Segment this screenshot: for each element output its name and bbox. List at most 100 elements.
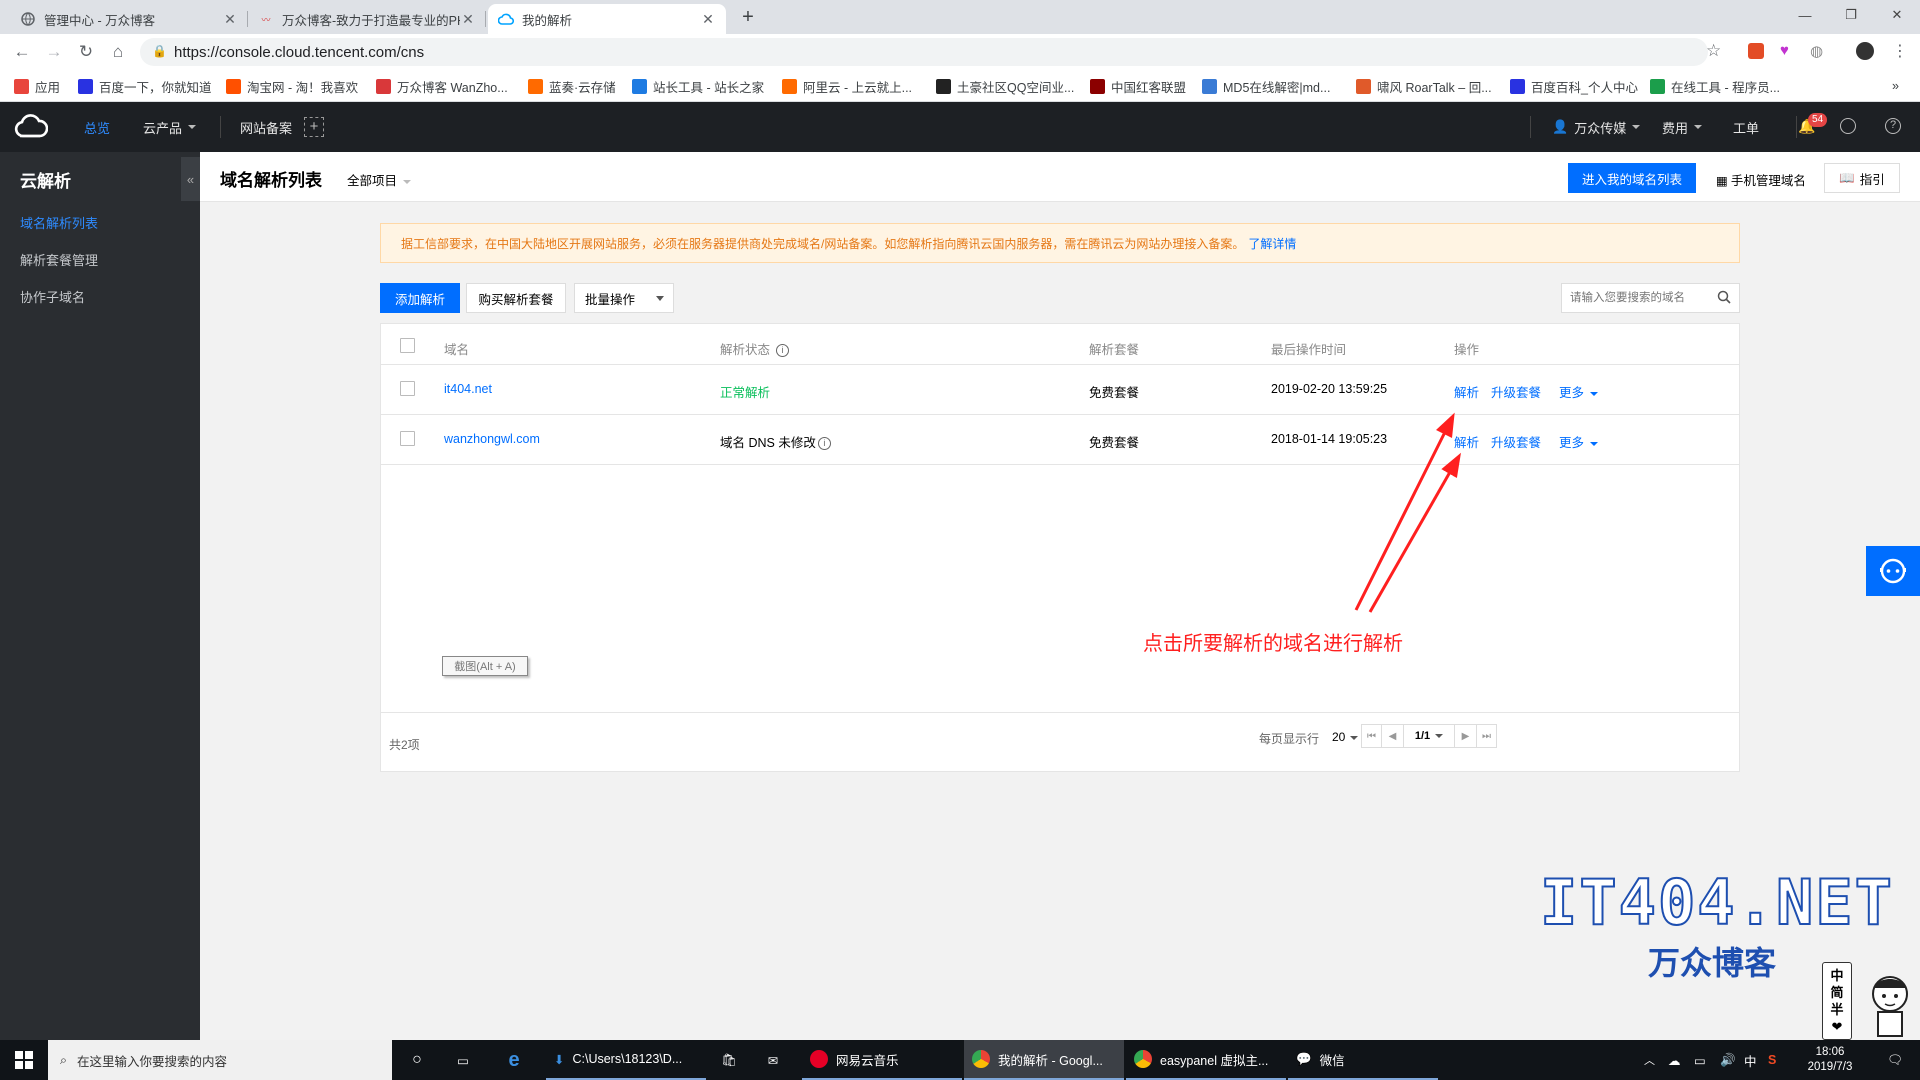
sidebar-item-domain-list[interactable]: 域名解析列表: [20, 213, 98, 232]
volume-icon[interactable]: 🔊: [1720, 1040, 1736, 1080]
search-input[interactable]: [1570, 289, 1710, 307]
bookmark-item[interactable]: 啸风 RoarTalk – 回...: [1356, 76, 1492, 96]
bookmark-item[interactable]: 土豪社区QQ空间业...: [936, 76, 1074, 96]
home-button[interactable]: ⌂: [102, 34, 134, 70]
task-view-icon[interactable]: ▭: [448, 1040, 478, 1080]
bookmark-item[interactable]: 蓝奏·云存储: [528, 76, 616, 96]
bookmark-item[interactable]: 阿里云 - 上云就上...: [782, 76, 912, 96]
guide-button[interactable]: 📖 指引: [1824, 163, 1900, 193]
extension-heart-icon[interactable]: ♥: [1780, 42, 1789, 59]
bookmark-item[interactable]: 中国红客联盟: [1090, 76, 1186, 96]
row-checkbox[interactable]: [400, 431, 415, 446]
nav-ticket[interactable]: 工单: [1733, 102, 1759, 152]
avatar[interactable]: [1856, 42, 1874, 60]
extension-globe-icon[interactable]: ◍: [1810, 42, 1823, 60]
taskbar-search-box[interactable]: ⌕ 在这里输入你要搜索的内容: [48, 1040, 392, 1080]
omnibox[interactable]: 🔒 https://console.cloud.tencent.com/cns …: [140, 38, 1721, 66]
tencent-cloud-logo-icon[interactable]: [14, 114, 49, 143]
prev-page-button[interactable]: ◀: [1381, 724, 1403, 748]
tray-expand-icon[interactable]: ︿: [1644, 1040, 1655, 1080]
bookmark-item[interactable]: 百度百科_个人中心: [1510, 76, 1638, 96]
bookmark-item[interactable]: 万众博客 WanZho...: [376, 76, 508, 96]
add-shortcut-icon[interactable]: +: [304, 117, 324, 137]
minimize-button[interactable]: —: [1782, 0, 1828, 30]
nav-account[interactable]: 👤 万众传媒: [1552, 102, 1640, 152]
domain-link[interactable]: wanzhongwl.com: [444, 432, 540, 446]
ime-indicator[interactable]: 中: [1744, 1040, 1757, 1080]
sidebar-collapse-button[interactable]: «: [181, 157, 200, 201]
taskbar-app-netease-music[interactable]: 网易云音乐: [802, 1040, 962, 1080]
bookmark-item[interactable]: 百度一下，你就知道: [78, 76, 212, 96]
more-dropdown[interactable]: 更多: [1559, 382, 1598, 401]
clock-icon[interactable]: [1840, 118, 1856, 134]
taskbar-app-chrome-easypanel[interactable]: easypanel 虚拟主...: [1126, 1040, 1286, 1080]
store-icon[interactable]: 🛍: [712, 1040, 746, 1080]
nav-billing[interactable]: 费用: [1662, 102, 1702, 152]
star-icon[interactable]: ☆: [1706, 41, 1721, 61]
batch-ops-dropdown[interactable]: 批量操作: [574, 283, 674, 313]
nav-products[interactable]: 云产品: [143, 102, 196, 152]
sidebar-item-sub-domain[interactable]: 协作子域名: [20, 287, 85, 306]
resolve-link[interactable]: 解析: [1454, 382, 1479, 401]
ime-floating-bar[interactable]: 中 简 半 ❤: [1822, 962, 1852, 1040]
domain-search-box[interactable]: [1561, 283, 1740, 313]
info-icon[interactable]: i: [776, 344, 790, 358]
tab-my-dns[interactable]: 我的解析 ✕: [488, 4, 726, 34]
customer-service-button[interactable]: [1866, 546, 1920, 596]
back-button[interactable]: ←: [6, 34, 38, 70]
taskbar-app-wechat[interactable]: 💬 微信: [1288, 1040, 1438, 1080]
project-filter-dropdown[interactable]: 全部项目: [347, 170, 411, 189]
nav-icp[interactable]: 网站备案: [240, 102, 292, 152]
new-tab-button[interactable]: +: [738, 4, 758, 30]
search-icon[interactable]: [1717, 290, 1731, 304]
sidebar-item-plan-manage[interactable]: 解析套餐管理: [20, 250, 98, 269]
sogou-icon[interactable]: S: [1768, 1040, 1776, 1080]
url-text[interactable]: https://console.cloud.tencent.com/cns: [174, 44, 424, 61]
upgrade-plan-link[interactable]: 升级套餐: [1491, 432, 1541, 451]
cortana-icon[interactable]: ○: [402, 1040, 432, 1080]
more-dropdown[interactable]: 更多: [1559, 432, 1598, 451]
bookmark-item[interactable]: MD5在线解密|md...: [1202, 76, 1330, 96]
buy-plan-button[interactable]: 购买解析套餐: [466, 283, 566, 313]
clock[interactable]: 18:06 2019/7/3: [1800, 1040, 1860, 1080]
restore-button[interactable]: ❐: [1828, 0, 1874, 30]
page-select[interactable]: 1/1: [1403, 724, 1455, 748]
mobile-manage-link[interactable]: ▦ 手机管理域名: [1716, 170, 1806, 189]
bookmark-item[interactable]: 站长工具 - 站长之家: [632, 76, 764, 96]
last-page-button[interactable]: ⏭: [1477, 724, 1497, 748]
bookmark-item[interactable]: 淘宝网 - 淘！我喜欢: [226, 76, 358, 96]
onedrive-icon[interactable]: ☁: [1668, 1040, 1681, 1080]
notice-learn-more-link[interactable]: 了解详情: [1248, 235, 1296, 252]
reload-button[interactable]: ↻: [70, 34, 102, 70]
tab-admin-center[interactable]: 管理中心 - 万众博客 ✕: [10, 4, 248, 34]
taskbar-app-downloads[interactable]: ⬇ C:\Users\18123\D...: [546, 1040, 706, 1080]
close-icon[interactable]: ✕: [460, 11, 476, 28]
info-icon[interactable]: i: [817, 437, 831, 451]
tab-wanzhong-blog[interactable]: 〰 万众博客-致力于打造最专业的PH ✕: [248, 4, 486, 34]
menu-icon[interactable]: ⋮: [1892, 41, 1908, 61]
start-button[interactable]: [0, 1040, 48, 1080]
select-all-checkbox[interactable]: [400, 338, 415, 353]
close-icon[interactable]: ✕: [222, 11, 238, 28]
help-icon[interactable]: ?: [1885, 118, 1901, 134]
action-center-icon[interactable]: 🗨: [1880, 1040, 1910, 1080]
domain-link[interactable]: it404.net: [444, 382, 492, 396]
close-window-button[interactable]: ✕: [1874, 0, 1920, 30]
taskbar-app-chrome-dns[interactable]: 我的解析 - Googl...: [964, 1040, 1124, 1080]
add-record-button[interactable]: 添加解析: [380, 283, 460, 313]
nav-overview[interactable]: 总览: [84, 102, 110, 152]
edge-icon[interactable]: e: [497, 1040, 531, 1080]
extension-office-icon[interactable]: [1748, 43, 1764, 59]
close-icon[interactable]: ✕: [700, 11, 716, 28]
upgrade-plan-link[interactable]: 升级套餐: [1491, 382, 1541, 401]
row-checkbox[interactable]: [400, 381, 415, 396]
mail-icon[interactable]: ✉: [756, 1040, 790, 1080]
next-page-button[interactable]: ▶: [1455, 724, 1477, 748]
first-page-button[interactable]: ⏮: [1361, 724, 1381, 748]
enter-domain-list-button[interactable]: 进入我的域名列表: [1568, 163, 1696, 193]
per-page-select[interactable]: 20: [1332, 730, 1359, 744]
bookmark-apps[interactable]: 应用: [14, 76, 60, 96]
forward-button[interactable]: →: [38, 34, 70, 70]
network-icon[interactable]: ▭: [1694, 1040, 1706, 1080]
bookmarks-overflow[interactable]: »: [1892, 76, 1899, 96]
